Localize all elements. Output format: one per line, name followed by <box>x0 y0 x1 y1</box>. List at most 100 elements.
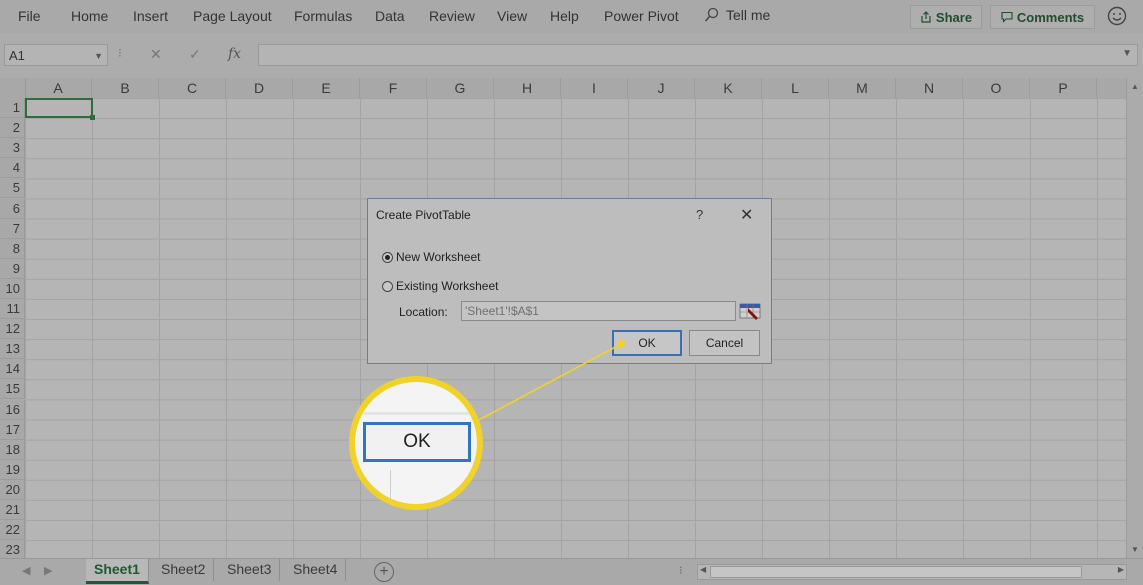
row-header[interactable]: 18 <box>0 439 25 460</box>
menu-data[interactable]: Data <box>375 8 405 24</box>
range-selector-icon[interactable] <box>739 301 761 321</box>
menu-page-layout[interactable]: Page Layout <box>193 8 272 24</box>
horizontal-scrollbar[interactable]: ◀ ▶ <box>697 564 1127 580</box>
scroll-splitter-icon[interactable]: ⁝ <box>679 564 683 577</box>
sheet-tab-sheet1[interactable]: Sheet1 <box>86 559 149 584</box>
name-box[interactable]: A1 ▼ <box>4 44 108 66</box>
radio-existing-worksheet-label: Existing Worksheet <box>396 279 499 293</box>
create-pivottable-dialog: Create PivotTable ? ✕ New Worksheet Exis… <box>367 198 772 364</box>
row-header[interactable]: 19 <box>0 459 25 480</box>
column-header[interactable]: H <box>494 78 561 98</box>
radio-new-worksheet[interactable]: New Worksheet <box>382 250 480 264</box>
row-header[interactable]: 17 <box>0 419 25 440</box>
smiley-feedback-icon[interactable] <box>1106 5 1128 27</box>
column-header[interactable]: J <box>628 78 695 98</box>
scroll-left-icon[interactable]: ◀ <box>700 565 706 574</box>
row-header[interactable]: 9 <box>0 258 25 279</box>
row-header[interactable]: 15 <box>0 379 25 400</box>
column-header[interactable]: D <box>226 78 293 98</box>
menu-review[interactable]: Review <box>429 8 475 24</box>
column-header[interactable]: E <box>293 78 360 98</box>
cancel-button[interactable]: Cancel <box>689 330 760 356</box>
tell-me-label: Tell me <box>726 7 771 23</box>
insert-function-icon[interactable]: fx <box>228 46 241 62</box>
column-header[interactable]: K <box>695 78 762 98</box>
lightbulb-search-icon <box>704 7 719 22</box>
row-header[interactable]: 13 <box>0 339 25 360</box>
formula-input[interactable]: ▼ <box>258 44 1138 66</box>
row-header[interactable]: 6 <box>0 198 25 219</box>
scroll-right-icon[interactable]: ▶ <box>1118 565 1124 574</box>
radio-button-unchecked[interactable] <box>382 280 393 292</box>
chevron-down-icon: ▼ <box>94 51 103 61</box>
column-header[interactable]: L <box>762 78 829 98</box>
expand-formula-icon[interactable]: ▼ <box>1122 48 1132 59</box>
menu-view[interactable]: View <box>497 8 527 24</box>
sheet-tab-sheet4[interactable]: Sheet4 <box>285 559 347 581</box>
scroll-up-icon[interactable]: ▲ <box>1131 82 1139 91</box>
column-header[interactable]: P <box>1030 78 1097 98</box>
cancel-entry-icon[interactable]: ✕ <box>150 46 162 63</box>
column-header[interactable]: I <box>561 78 628 98</box>
sheet-tab-bar: ◀ ▶ Sheet1 Sheet2 Sheet3 Sheet4 + ⁝ ◀ ▶ <box>0 558 1143 585</box>
menu-help[interactable]: Help <box>550 8 579 24</box>
row-header[interactable]: 20 <box>0 479 25 500</box>
column-header[interactable]: M <box>829 78 896 98</box>
menu-formulas[interactable]: Formulas <box>294 8 352 24</box>
location-input[interactable]: 'Sheet1'!$A$1 <box>461 301 736 321</box>
vertical-scrollbar[interactable]: ▲ ▼ <box>1126 78 1143 558</box>
dialog-title: Create PivotTable <box>376 208 471 222</box>
row-header[interactable]: 5 <box>0 178 25 199</box>
help-icon[interactable]: ? <box>696 207 703 222</box>
row-header[interactable]: 10 <box>0 278 25 299</box>
menu-bar: File Home Insert Page Layout Formulas Da… <box>0 0 1143 33</box>
prev-sheet-icon[interactable]: ◀ <box>22 564 30 577</box>
row-header[interactable]: 1 <box>0 98 25 118</box>
column-header[interactable]: G <box>427 78 494 98</box>
name-box-value: A1 <box>9 48 25 63</box>
share-button[interactable]: Share <box>910 5 982 29</box>
sheet-tab-sheet2[interactable]: Sheet2 <box>153 559 215 581</box>
column-header[interactable]: O <box>963 78 1030 98</box>
location-label: Location: <box>399 305 448 319</box>
zoomed-dialog-edge <box>355 412 477 415</box>
more-options-icon: ⁝ <box>118 46 122 60</box>
active-cell-a1[interactable] <box>25 98 95 120</box>
column-header[interactable]: F <box>360 78 427 98</box>
tell-me-search[interactable]: Tell me <box>704 7 770 23</box>
row-header[interactable]: 3 <box>0 138 25 159</box>
radio-button-checked[interactable] <box>382 251 393 263</box>
share-label: Share <box>935 9 973 25</box>
enter-check-icon[interactable]: ✓ <box>189 46 201 63</box>
column-header[interactable]: B <box>92 78 159 98</box>
row-header[interactable]: 11 <box>0 299 25 319</box>
select-all-corner[interactable] <box>0 78 26 98</box>
menu-insert[interactable]: Insert <box>133 8 168 24</box>
next-sheet-icon[interactable]: ▶ <box>44 564 52 577</box>
row-header[interactable]: 8 <box>0 238 25 259</box>
add-sheet-icon[interactable]: + <box>374 562 394 582</box>
row-header[interactable]: 4 <box>0 158 25 179</box>
row-header[interactable]: 12 <box>0 319 25 340</box>
row-header[interactable]: 7 <box>0 218 25 239</box>
sheet-tab-sheet3[interactable]: Sheet3 <box>219 559 281 581</box>
menu-power-pivot[interactable]: Power Pivot <box>604 8 679 24</box>
radio-existing-worksheet[interactable]: Existing Worksheet <box>382 279 499 293</box>
row-header[interactable]: 14 <box>0 359 25 380</box>
column-header[interactable]: N <box>896 78 963 98</box>
row-header[interactable]: 16 <box>0 399 25 420</box>
column-header[interactable]: A <box>25 78 92 98</box>
column-headers: ABCDEFGHIJKLMNOP <box>0 78 1126 99</box>
zoom-magnifier-callout: OK <box>349 376 483 510</box>
scroll-down-icon[interactable]: ▼ <box>1131 545 1139 554</box>
scroll-thumb[interactable] <box>710 566 1082 578</box>
row-header[interactable]: 21 <box>0 500 25 520</box>
comments-button[interactable]: Comments <box>990 5 1095 29</box>
comments-label: Comments <box>1016 9 1085 25</box>
menu-file[interactable]: File <box>18 8 41 24</box>
menu-home[interactable]: Home <box>71 8 108 24</box>
row-header[interactable]: 22 <box>0 520 25 541</box>
column-header[interactable]: C <box>159 78 226 98</box>
close-icon[interactable]: ✕ <box>740 205 753 225</box>
row-header[interactable]: 2 <box>0 118 25 139</box>
